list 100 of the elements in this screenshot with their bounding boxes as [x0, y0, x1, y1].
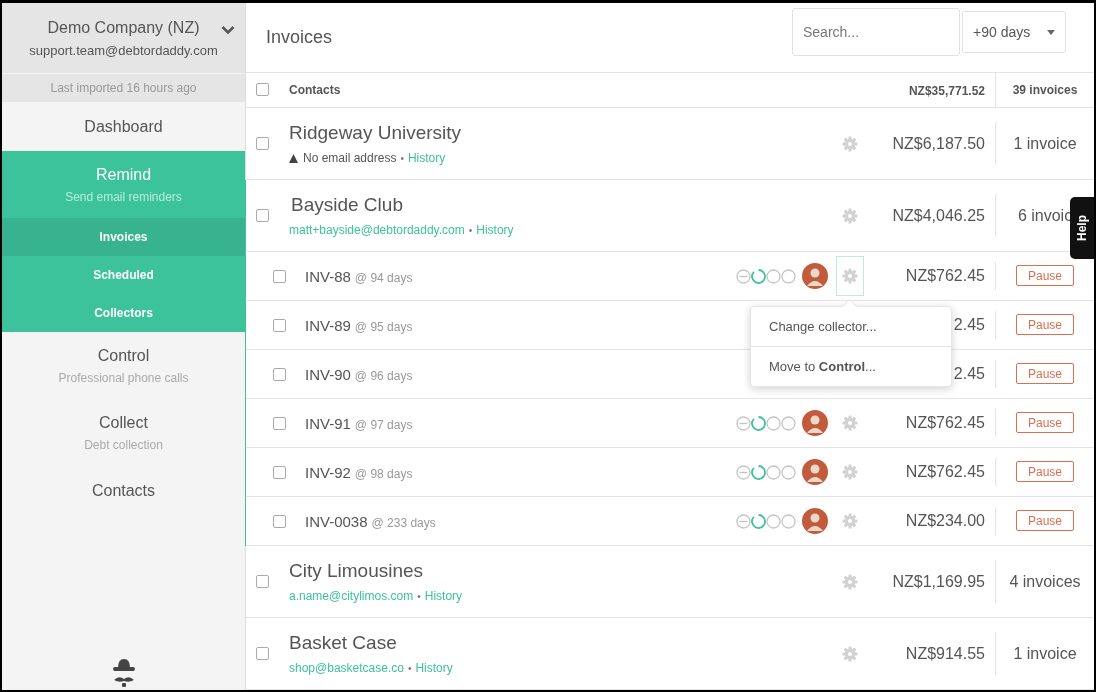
contact-name: Bayside Club	[290, 194, 404, 216]
contact-email: matt+bayside@debtordaddy.com	[289, 223, 465, 237]
invoice-number: INV-92	[305, 463, 351, 481]
email-warning: No email address	[303, 151, 397, 165]
separator: •	[400, 152, 404, 164]
search-field[interactable]: Search...	[792, 8, 960, 57]
checkbox[interactable]	[256, 209, 269, 222]
circle-icon	[781, 268, 796, 284]
amount: NZ$1,169.95	[892, 572, 985, 590]
amount: 2.45	[953, 365, 985, 382]
amount: NZ$4,046.25	[892, 206, 985, 224]
pause-button[interactable]: Pause	[1016, 412, 1074, 434]
invoice-number: INV-89	[305, 316, 351, 334]
column-header: Contacts	[289, 82, 342, 97]
gear-icon	[842, 207, 858, 224]
circle-icon	[766, 513, 781, 529]
checkbox[interactable]	[256, 647, 269, 660]
gear-icon	[842, 135, 858, 152]
circle-icon	[781, 415, 796, 431]
page-title: Invoices	[266, 26, 333, 48]
account-header[interactable]: Demo Company (NZ) support.team@debtordaddy.com	[2, 3, 245, 74]
progress-ring-icon	[751, 513, 766, 529]
gear-icon	[842, 268, 858, 284]
gear-icon	[842, 464, 858, 480]
total-amount: NZ$35,771.52	[908, 83, 985, 98]
contact-name: Ridgeway University	[289, 122, 463, 144]
menu-item[interactable]: Change collector...	[751, 307, 951, 346]
amount: NZ$762.45	[905, 414, 985, 431]
subnav-item[interactable]: Scheduled	[2, 256, 245, 294]
invoice-count: 6 invoic	[1017, 206, 1073, 225]
warning-icon	[289, 153, 298, 163]
gear-icon	[842, 415, 858, 431]
progress-ring-icon	[751, 464, 766, 480]
circle-icon	[781, 464, 796, 480]
progress-ring-icon	[751, 268, 766, 284]
pause-button[interactable]: Pause	[1016, 510, 1074, 532]
contact-email: a.name@citylimos.com	[289, 589, 414, 603]
circle-icon	[766, 268, 781, 284]
minus-circle-icon	[736, 268, 751, 284]
invoice-age: @ 98 days	[354, 466, 413, 481]
caret-icon	[1047, 29, 1055, 35]
checkbox[interactable]	[273, 514, 286, 528]
checkbox[interactable]	[273, 269, 286, 283]
nav-item[interactable]: Collect Debt collection	[2, 399, 245, 466]
checkbox[interactable]	[273, 465, 286, 479]
amount: NZ$6,187.50	[892, 134, 985, 152]
progress-ring-icon	[751, 415, 766, 431]
checkbox[interactable]	[273, 318, 286, 332]
minus-circle-icon	[736, 464, 751, 480]
gear-icon	[842, 573, 858, 590]
amount: NZ$762.45	[905, 267, 985, 284]
pause-button[interactable]: Pause	[1016, 314, 1074, 336]
pause-button[interactable]: Pause	[1016, 461, 1074, 483]
nav-item[interactable]: Control Professional phone calls	[2, 332, 245, 399]
pause-button[interactable]: Pause	[1016, 265, 1074, 287]
invoice-number: INV-88	[305, 267, 351, 285]
amount: NZ$234.00	[905, 512, 985, 529]
contact-email: shop@basketcase.co	[289, 661, 404, 675]
checkbox[interactable]	[273, 416, 286, 430]
checkbox[interactable]	[273, 367, 286, 381]
circle-icon	[766, 415, 781, 431]
minus-circle-icon	[736, 415, 751, 431]
gear-icon	[842, 513, 858, 529]
history-link[interactable]: History	[407, 151, 446, 165]
history-link[interactable]: History	[476, 223, 514, 237]
invoice-age: @ 95 days	[354, 319, 413, 334]
contact-name: Basket Case	[289, 632, 398, 654]
invoice-age: @ 97 days	[354, 417, 413, 432]
nav-item[interactable]: Contacts	[2, 466, 245, 515]
menu-item[interactable]: Move to Control...	[751, 347, 951, 386]
minus-circle-icon	[736, 513, 751, 529]
separator: •	[417, 590, 421, 602]
company-name: Demo Company (NZ)	[47, 18, 200, 37]
amount: NZ$914.55	[905, 644, 985, 662]
help-tab[interactable]: Help	[1070, 197, 1094, 259]
nav-item[interactable]: Remind Send email reminders	[2, 151, 245, 218]
pause-button[interactable]: Pause	[1016, 363, 1074, 385]
invoice-count: 4 invoices	[1009, 572, 1081, 591]
settings-button[interactable]	[836, 256, 864, 296]
nav-item[interactable]: Dashboard	[2, 102, 245, 151]
chevron-down-icon[interactable]	[221, 25, 235, 35]
checkbox[interactable]	[256, 137, 269, 150]
checkbox[interactable]	[256, 83, 269, 97]
subnav-item[interactable]: Invoices	[2, 218, 245, 256]
amount: 2.45	[953, 316, 985, 333]
invoice-number: INV-90	[305, 365, 351, 383]
checkbox[interactable]	[256, 575, 269, 588]
import-status: Last imported 16 hours ago	[2, 74, 245, 102]
history-link[interactable]: History	[415, 661, 453, 675]
invoice-count: 1 invoice	[1013, 644, 1077, 663]
history-link[interactable]: History	[424, 589, 463, 603]
circle-icon	[766, 464, 781, 480]
circle-icon	[781, 513, 796, 529]
period-dropdown[interactable]: +90 days	[962, 11, 1066, 54]
subnav-item[interactable]: Collectors	[2, 294, 245, 332]
invoice-age: @ 96 days	[354, 368, 413, 383]
invoice-count: 1 invoice	[1013, 134, 1077, 153]
contact-name: City Limousines	[289, 560, 425, 582]
gear-icon	[842, 645, 858, 662]
invoice-number: INV-0038	[305, 512, 368, 530]
